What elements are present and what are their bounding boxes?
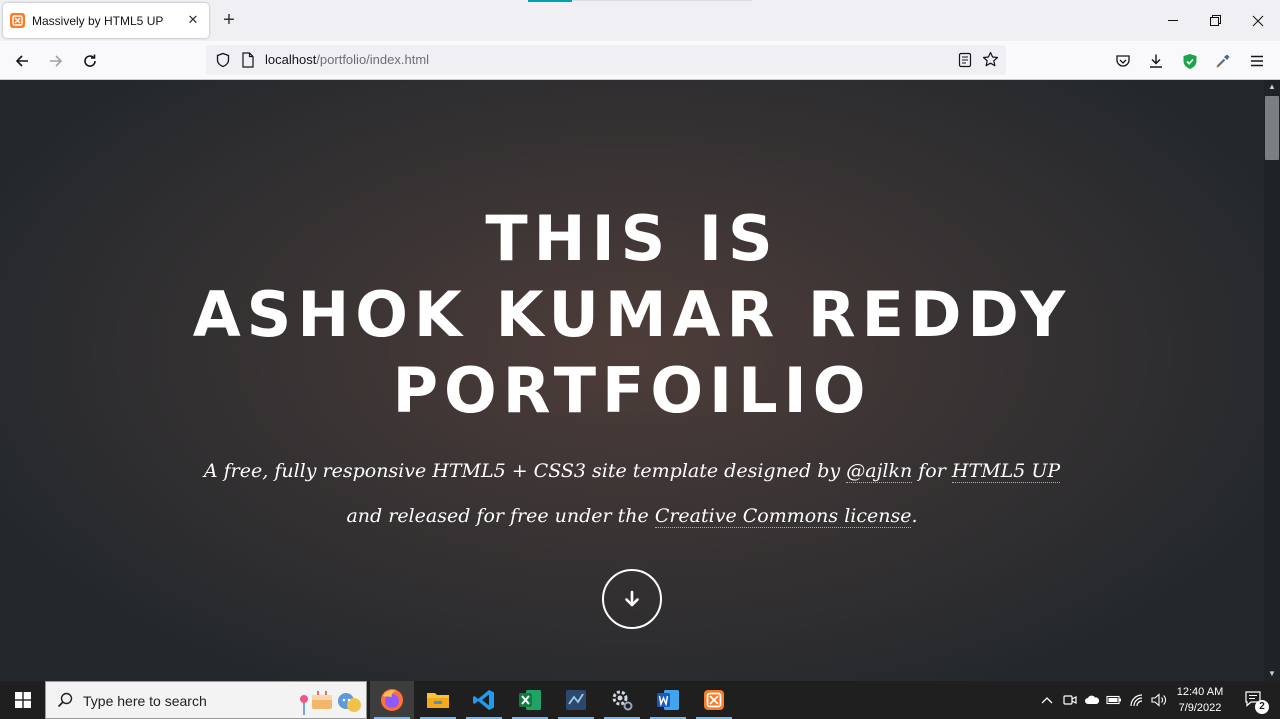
network-button[interactable] [1127,681,1147,719]
download-icon [1150,54,1162,68]
scroll-up-arrow-icon[interactable]: ▲ [1264,80,1280,94]
page-icon[interactable] [241,52,255,68]
reload-button[interactable] [76,47,104,75]
subtitle-text: A free, fully responsive HTML5 + CSS3 si… [203,460,847,482]
battery-button[interactable] [1104,681,1124,719]
search-placeholder: Type here to search [83,693,207,709]
gear-icon [612,690,633,711]
url-path: /portfolio/index.html [316,52,430,67]
creative-commons-link[interactable]: Creative Commons license [654,505,912,528]
url-host: localhost [265,52,317,67]
adblock-extension-button[interactable] [1176,47,1204,75]
cloud-icon [1085,695,1100,704]
hero-subtitle-line-2: and released for free under the Creative… [0,505,1264,528]
taskbar-settings[interactable] [600,681,644,719]
firefox-icon [381,689,403,711]
back-arrow-icon [15,55,28,67]
url-text[interactable]: localhost/portfolio/index.html [265,52,429,67]
navigation-toolbar: localhost/portfolio/index.html [0,41,1280,80]
tab-strip: Massively by HTML5 UP ✕ + [0,0,1280,41]
clock-time: 12:40 AM [1176,686,1224,698]
reader-view-icon[interactable] [957,52,973,68]
address-bar[interactable]: localhost/portfolio/index.html [206,45,1006,75]
back-button[interactable] [8,47,36,75]
scroll-down-arrow-icon[interactable]: ▼ [1264,667,1280,681]
taskbar-file-explorer[interactable] [416,681,460,719]
page-scrollbar[interactable] [1264,80,1280,681]
volume-button[interactable] [1149,681,1169,719]
reload-icon [84,54,96,67]
taskbar-word[interactable] [646,681,690,719]
tab-title: Massively by HTML5 UP [32,13,164,28]
close-window-button[interactable] [1235,0,1280,41]
chevron-up-icon [1041,697,1053,704]
scrollbar-thumb[interactable] [1265,96,1279,160]
tab-massively[interactable]: Massively by HTML5 UP ✕ [3,3,209,38]
folder-icon [427,693,449,708]
ajlkn-link[interactable]: @ajlkn [846,460,913,483]
taskbar-firefox[interactable] [370,681,414,719]
battery-icon [1106,695,1121,705]
xampp-favicon-icon [10,13,25,28]
clock-date: 7/9/2022 [1178,702,1222,714]
minimize-button[interactable] [1150,0,1196,41]
onedrive-button[interactable] [1082,681,1102,719]
forward-button[interactable] [42,47,70,75]
downloads-button[interactable] [1142,47,1170,75]
eyedropper-extension-button[interactable] [1209,47,1237,75]
eyedropper-icon [1216,54,1230,68]
search-highlight-illustration-icon [300,691,361,715]
meet-now-button[interactable] [1060,681,1080,719]
taskbar-search-box[interactable]: Type here to search [45,681,367,719]
bookmark-star-icon[interactable] [982,51,999,68]
xampp-icon [704,690,724,710]
tab-strip-accent [528,0,572,2]
subtitle-text: . [911,505,918,527]
tab-strip-line [572,0,752,1]
menu-button[interactable] [1243,47,1271,75]
vscode-icon [473,690,494,710]
pocket-button[interactable] [1109,47,1137,75]
database-tool-icon [566,690,586,710]
arrow-down-icon [625,590,639,607]
notification-center-button[interactable]: 2 [1238,681,1272,719]
word-icon [657,690,679,710]
green-shield-icon [1183,53,1197,69]
hero-title-line-3: PORTFOILIO [392,354,872,427]
scroll-down-button[interactable] [602,569,662,629]
new-tab-button[interactable]: + [219,10,239,30]
taskbar-excel[interactable] [508,681,552,719]
hamburger-menu-icon [1251,55,1263,67]
search-icon [57,692,73,708]
camera-icon [1063,695,1077,705]
taskbar-xampp[interactable] [692,681,736,719]
html5up-link[interactable]: HTML5 UP [951,460,1061,483]
forward-arrow-icon [50,55,63,67]
tab-close-icon[interactable]: ✕ [185,12,201,28]
taskbar-clock[interactable]: 12:40 AM 7/9/2022 [1170,684,1230,716]
windows-logo-icon [14,692,31,708]
notification-count-badge: 2 [1255,700,1269,714]
hero-subtitle-line-1: A free, fully responsive HTML5 + CSS3 si… [0,460,1264,483]
shield-icon[interactable] [215,52,231,68]
windows-taskbar: Type here to search 12:40 AM 7/9/2022 2 [0,681,1280,719]
show-hidden-icons-button[interactable] [1038,681,1056,719]
start-button[interactable] [0,681,45,719]
hero-title-line-2: ASHOK KUMAR REDDY [192,278,1072,351]
speaker-icon [1151,693,1166,707]
subtitle-text: for [912,460,952,482]
wifi-icon [1130,694,1143,707]
subtitle-text: and released for free under the [346,505,655,527]
excel-icon [519,690,541,710]
page-hero: THIS IS ASHOK KUMAR REDDY PORTFOILIO A f… [0,80,1264,681]
pocket-icon [1116,55,1130,67]
restore-button[interactable] [1192,0,1238,41]
hero-title-line-1: THIS IS [485,202,779,275]
taskbar-vscode[interactable] [462,681,506,719]
taskbar-sql-tool[interactable] [554,681,598,719]
